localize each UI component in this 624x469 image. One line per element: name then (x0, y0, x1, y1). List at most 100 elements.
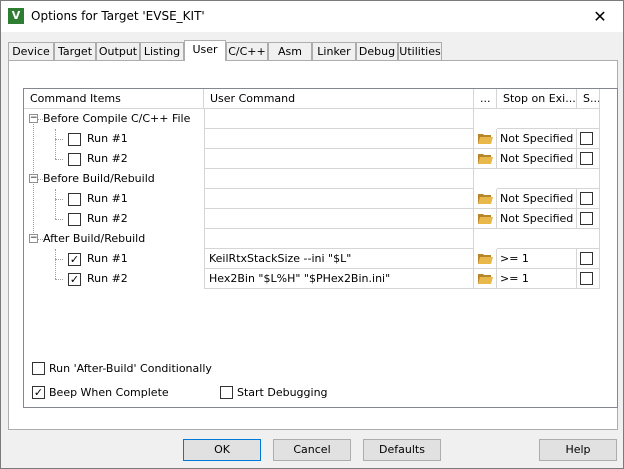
run-after-build-label: Run 'After-Build' Conditionally (49, 362, 212, 375)
run-after-build-checkbox[interactable] (32, 362, 45, 375)
run-row: Run #1 Not Specified (24, 189, 617, 209)
close-icon[interactable]: ✕ (577, 1, 623, 32)
stop-on-exit-cell[interactable]: Not Specified (497, 149, 577, 169)
s-checkbox[interactable] (580, 132, 593, 145)
stop-on-exit-cell[interactable]: Not Specified (497, 189, 577, 209)
run-enable-checkbox[interactable]: ✓ (68, 273, 81, 286)
s-checkbox[interactable] (580, 272, 593, 285)
browse-button[interactable] (474, 269, 497, 289)
start-debugging-checkbox[interactable] (220, 386, 233, 399)
empty-cell (497, 229, 600, 249)
start-debugging-label: Start Debugging (237, 386, 328, 399)
folder-icon (478, 254, 493, 264)
s-cell (577, 249, 600, 269)
window-title: Options for Target 'EVSE_KIT' (31, 9, 205, 23)
tab-target[interactable]: Target (54, 42, 96, 60)
title-bar[interactable]: V Options for Target 'EVSE_KIT' ✕ (1, 1, 623, 32)
run-enable-checkbox[interactable] (68, 133, 81, 146)
s-cell (577, 149, 600, 169)
group-row-before-compile: − Before Compile C/C++ File (24, 109, 617, 129)
user-command-input[interactable]: KeilRtxStackSize --ini "$L" (204, 249, 474, 269)
run-enable-checkbox[interactable] (68, 213, 81, 226)
group-label: Before Compile C/C++ File (43, 112, 191, 125)
user-command-input[interactable] (204, 129, 474, 149)
s-cell (577, 189, 600, 209)
tab-asm[interactable]: Asm (268, 42, 312, 60)
run-row: ✓ Run #2 Hex2Bin "$L%H" "$PHex2Bin.ini" … (24, 269, 617, 289)
stop-on-exit-cell[interactable]: Not Specified (497, 129, 577, 149)
run-label: Run #1 (87, 132, 128, 145)
user-command-input[interactable]: Hex2Bin "$L%H" "$PHex2Bin.ini" (204, 269, 474, 289)
run-label: Run #1 (87, 252, 128, 265)
folder-icon (478, 194, 493, 204)
user-commands-grid: Command Items User Command ... Stop on E… (23, 88, 618, 408)
tree-line (55, 159, 63, 160)
group-row-before-build: − Before Build/Rebuild (24, 169, 617, 189)
tab-user[interactable]: User (184, 40, 226, 61)
tab-utilities[interactable]: Utilities (398, 42, 442, 60)
defaults-button[interactable]: Defaults (363, 439, 441, 461)
stop-on-exit-cell[interactable]: >= 1 (497, 249, 577, 269)
s-checkbox[interactable] (580, 152, 593, 165)
column-header-s[interactable]: S... (577, 89, 600, 109)
group-label: After Build/Rebuild (43, 232, 146, 245)
column-header-user-command[interactable]: User Command (204, 89, 474, 109)
user-command-input[interactable] (204, 189, 474, 209)
tree-line (55, 279, 63, 280)
tree-line (55, 259, 63, 260)
run-row: Run #2 Not Specified (24, 209, 617, 229)
column-header-stop-on-exit[interactable]: Stop on Exi... (497, 89, 577, 109)
browse-button[interactable] (474, 209, 497, 229)
collapse-icon[interactable]: − (29, 234, 38, 243)
command-cell (204, 229, 474, 249)
browse-button[interactable] (474, 149, 497, 169)
tab-cpp[interactable]: C/C++ (226, 42, 268, 60)
tab-device[interactable]: Device (8, 42, 54, 60)
run-row: Run #2 Not Specified (24, 149, 617, 169)
command-cell (204, 169, 474, 189)
empty-cell (497, 109, 600, 129)
tab-listing[interactable]: Listing (140, 42, 184, 60)
collapse-icon[interactable]: − (29, 174, 38, 183)
s-cell (577, 209, 600, 229)
column-header-browse[interactable]: ... (474, 89, 497, 109)
run-row: ✓ Run #1 KeilRtxStackSize --ini "$L" >= … (24, 249, 617, 269)
s-checkbox[interactable] (580, 192, 593, 205)
browse-button[interactable] (474, 189, 497, 209)
app-icon: V (8, 8, 24, 24)
run-enable-checkbox[interactable] (68, 193, 81, 206)
tab-output[interactable]: Output (96, 42, 140, 60)
help-button[interactable]: Help (539, 439, 617, 461)
group-row-after-build: − After Build/Rebuild (24, 229, 617, 249)
browse-button[interactable] (474, 249, 497, 269)
stop-on-exit-cell[interactable]: >= 1 (497, 269, 577, 289)
command-cell (204, 109, 474, 129)
column-header-command-items[interactable]: Command Items (24, 89, 204, 109)
folder-icon (478, 274, 493, 284)
run-enable-checkbox[interactable] (68, 153, 81, 166)
run-row: Run #1 Not Specified (24, 129, 617, 149)
empty-cell (497, 169, 600, 189)
tab-debug[interactable]: Debug (356, 42, 398, 60)
ok-button[interactable]: OK (183, 439, 261, 461)
tree-line (55, 199, 63, 200)
user-tab-panel: Command Items User Command ... Stop on E… (8, 60, 618, 430)
tree-line (55, 139, 63, 140)
stop-on-exit-cell[interactable]: Not Specified (497, 209, 577, 229)
browse-button[interactable] (474, 129, 497, 149)
run-enable-checkbox[interactable]: ✓ (68, 253, 81, 266)
s-checkbox[interactable] (580, 212, 593, 225)
group-label: Before Build/Rebuild (43, 172, 155, 185)
s-checkbox[interactable] (580, 252, 593, 265)
user-command-input[interactable] (204, 149, 474, 169)
run-label: Run #2 (87, 152, 128, 165)
beep-when-complete-checkbox[interactable]: ✓ (32, 386, 45, 399)
cancel-button[interactable]: Cancel (273, 439, 351, 461)
run-label: Run #2 (87, 212, 128, 225)
user-command-input[interactable] (204, 209, 474, 229)
s-cell (577, 129, 600, 149)
tab-linker[interactable]: Linker (312, 42, 356, 60)
options-dialog: V Options for Target 'EVSE_KIT' ✕ Device… (0, 0, 624, 469)
folder-icon (478, 134, 493, 144)
collapse-icon[interactable]: − (29, 114, 38, 123)
